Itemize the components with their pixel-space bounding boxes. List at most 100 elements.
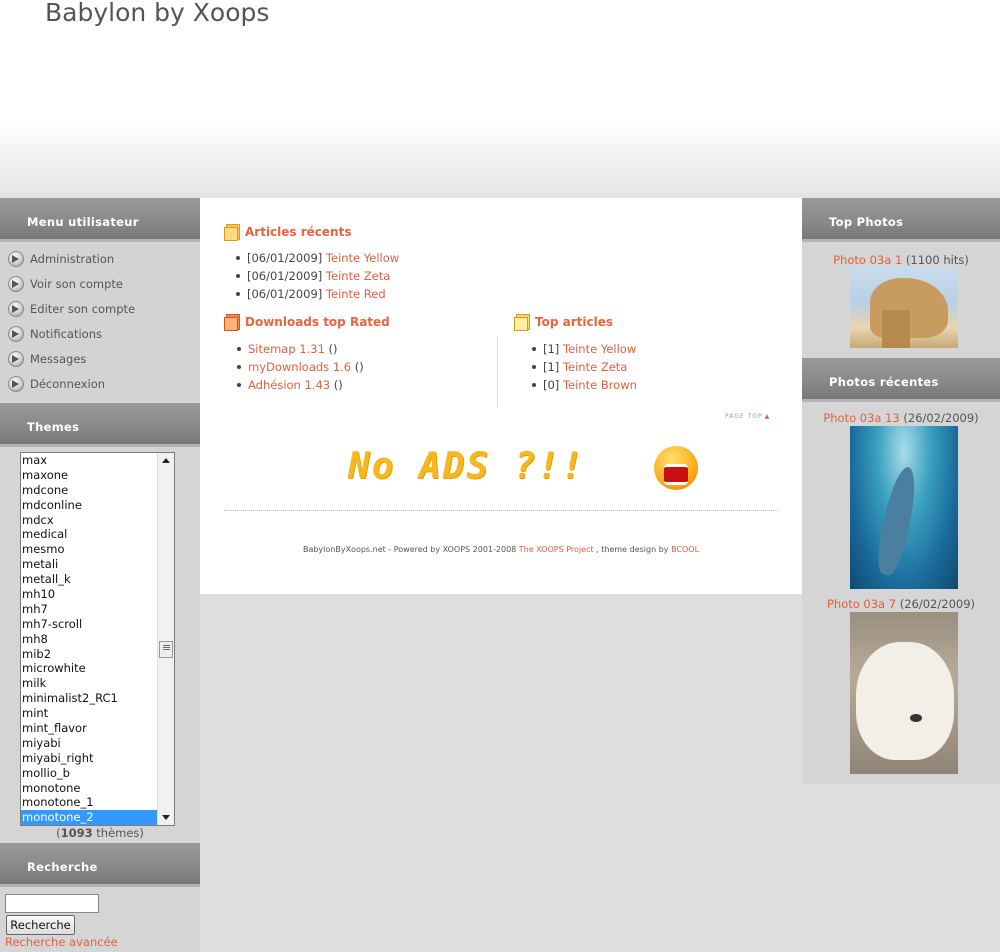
bear-nose-shape [910,714,922,722]
list-item: [1] Teinte Zeta [529,358,637,376]
top-articles-list: [1] Teinte Yellow [1] Teinte Zeta [0] Te… [529,340,637,394]
article-date: [06/01/2009] [247,287,323,301]
scrollbar-thumb[interactable] [159,641,173,658]
download-suffix: () [330,378,343,392]
advanced-search-link[interactable]: Recherche avancée [5,935,118,949]
footer: BabylonByXoops.net - Powered by XOOPS 20… [200,545,802,554]
bear-shape [856,642,954,760]
search-input[interactable] [5,894,99,913]
menu-item-label: Déconnexion [30,376,106,391]
theme-option[interactable]: medical [21,527,158,542]
theme-option[interactable]: miyabi_right [21,751,158,766]
menu-item-view-account[interactable]: Voir son compte [0,271,200,296]
recent-articles-title: Articles récents [224,224,352,241]
user-menu: Administration Voir son compte Editer so… [0,242,200,402]
recent-photos-title: Photos récentes [802,358,1000,402]
search-button[interactable]: Recherche [6,915,75,935]
list-item: Adhésion 1.43 () [234,376,364,394]
article-link[interactable]: Teinte Zeta [563,360,627,374]
theme-option[interactable]: monotone_2 [21,810,158,825]
theme-option[interactable]: mh7 [21,602,158,617]
designer-link[interactable]: BCOOL [671,545,699,554]
theme-option[interactable]: mh7-scroll [21,617,158,632]
article-link[interactable]: Teinte Yellow [326,251,399,265]
divider [224,510,778,511]
menu-item-label: Voir son compte [30,276,124,291]
menu-item-administration[interactable]: Administration [0,246,200,271]
theme-option[interactable]: miyabi [21,736,158,751]
photo-link[interactable]: Photo 03a 13 [823,411,899,425]
list-item: [06/01/2009] Teinte Yellow [233,249,399,267]
arrow-icon [8,350,24,367]
theme-option[interactable]: mdconline [21,498,158,513]
page-top-link[interactable]: PAGE TOP [725,413,770,420]
list-item: myDownloads 1.6 () [234,358,364,376]
folder-icon [224,314,240,331]
photo-link[interactable]: Photo 03a 7 [827,597,896,611]
photo-link[interactable]: Photo 03a 1 [833,253,902,267]
themes-title: Themes [0,403,200,447]
download-link[interactable]: Sitemap 1.31 [248,342,325,356]
photo-meta: (26/02/2009) [899,411,979,425]
theme-option[interactable]: minimalist2_RC1 [21,691,158,706]
article-link[interactable]: Teinte Brown [563,378,637,392]
menu-item-notifications[interactable]: Notifications [0,321,200,346]
polar-bear-photo[interactable] [850,612,958,774]
theme-option[interactable]: monotone [21,781,158,796]
photo-caption: Photo 03a 7 (26/02/2009) [802,597,1000,611]
theme-option[interactable]: mdcone [21,483,158,498]
theme-option[interactable]: maxone [21,468,158,483]
menu-item-label: Notifications [30,326,102,341]
list-item: [1] Teinte Yellow [529,340,637,358]
footer-text-middle: , theme design by [593,545,672,554]
camel-neck-shape [882,310,910,348]
left-column: Menu utilisateur Administration Voir son… [0,198,200,952]
dolphin-photo[interactable] [850,426,958,589]
theme-option[interactable]: monotone_1 [21,795,158,810]
recent-photos-block: Photos récentes [802,358,1000,402]
top-photos-title: Top Photos [802,198,1000,242]
theme-option[interactable]: mint [21,706,158,721]
main-content: Articles récents [06/01/2009] Teinte Yel… [200,198,802,594]
menu-item-logout[interactable]: Déconnexion [0,371,200,396]
download-link[interactable]: Adhésion 1.43 [248,378,330,392]
theme-option[interactable]: metall_k [21,572,158,587]
camel-photo[interactable] [850,266,958,348]
search-block: Recherche Recherche Recherche avancée [0,843,200,949]
menu-item-messages[interactable]: Messages [0,346,200,371]
menu-item-label: Administration [30,251,115,266]
article-link[interactable]: Teinte Zeta [326,269,390,283]
download-suffix: () [351,360,364,374]
theme-option[interactable]: microwhite [21,661,158,676]
article-link[interactable]: Teinte Red [326,287,386,301]
menu-item-edit-account[interactable]: Editer son compte [0,296,200,321]
theme-option[interactable]: max [21,453,158,468]
folder-icon [514,314,530,331]
scroll-up-arrow-icon[interactable] [158,453,174,469]
xoops-project-link[interactable]: The XOOPS Project [519,545,594,554]
menu-item-label: Editer son compte [30,301,136,316]
downloads-title-text: Downloads top Rated [245,314,390,329]
theme-option[interactable]: mib2 [21,647,158,662]
theme-option[interactable]: mint_flavor [21,721,158,736]
theme-option[interactable]: mh8 [21,632,158,647]
page-header: Babylon by Xoops [0,0,1000,198]
download-link[interactable]: myDownloads 1.6 [248,360,351,374]
scroll-down-arrow-icon[interactable] [158,809,174,825]
list-item: [0] Teinte Brown [529,376,637,394]
site-title[interactable]: Babylon by Xoops [45,0,269,27]
folder-icon [224,224,240,241]
theme-option[interactable]: milk [21,676,158,691]
recent-articles-title-text: Articles récents [245,224,352,239]
theme-option[interactable]: mesmo [21,542,158,557]
theme-listbox[interactable]: max maxone mdcone mdconline mdcx medical mesmo… [20,452,175,826]
dolphin-shape [872,464,922,578]
theme-list-scrollbar[interactable] [157,453,174,825]
banner-text[interactable]: No ADS ?!! [348,446,585,487]
theme-option[interactable]: mollio_b [21,766,158,781]
theme-option[interactable]: metali [21,557,158,572]
theme-option[interactable]: mdcx [21,513,158,528]
theme-option[interactable]: mh10 [21,587,158,602]
photo-meta: (26/02/2009) [896,597,976,611]
article-link[interactable]: Teinte Yellow [563,342,636,356]
